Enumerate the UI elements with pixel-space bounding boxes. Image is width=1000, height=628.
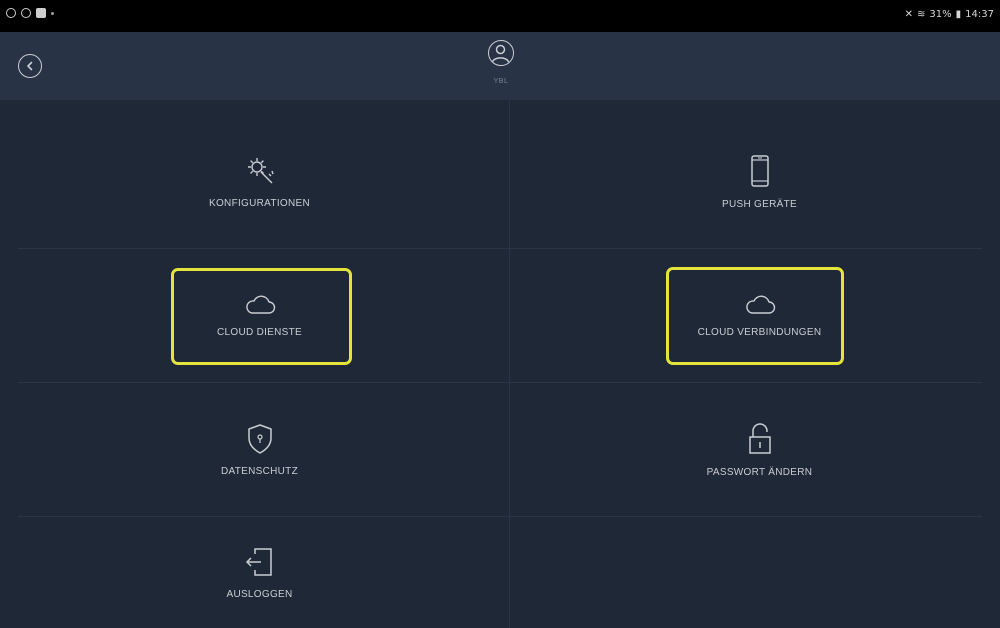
status-left-icons	[6, 8, 54, 18]
unlock-icon	[748, 423, 771, 454]
username: YBL	[493, 78, 509, 85]
back-circle-icon	[27, 61, 33, 71]
menu-label: DATENSCHUTZ	[220, 466, 298, 477]
cloud-icon	[745, 295, 775, 314]
menu-item-ausloggen[interactable]: AUSLOGGEN	[10, 517, 509, 628]
menu-label: PASSWORT ÄNDERN	[706, 467, 813, 478]
image-icon	[36, 8, 46, 18]
logout-icon	[245, 548, 272, 576]
shield-icon	[247, 424, 272, 454]
status-bar: ✕ ≋ 31% ▮ 14:37	[0, 0, 1000, 32]
menu-item-passwort-aendern[interactable]: PASSWORT ÄNDERN	[510, 383, 1000, 516]
status-right: ✕ ≋ 31% ▮ 14:37	[905, 9, 994, 20]
battery-percent: 31%	[929, 9, 952, 20]
menu-label: PUSH GERÄTE	[722, 199, 797, 210]
mute-icon: ✕	[904, 9, 914, 20]
menu-item-konfigurationen[interactable]: KONFIGURATIONEN	[10, 115, 509, 248]
menu-item-datenschutz[interactable]: DATENSCHUTZ	[10, 383, 509, 516]
settings-wand-icon	[247, 158, 274, 184]
menu-item-cloud-verbindungen[interactable]: CLOUD VERBINDUNGEN	[510, 249, 1000, 382]
menu-label: CLOUD VERBINDUNGEN	[697, 327, 822, 338]
menu-label: CLOUD DIENSTE	[216, 327, 303, 338]
app-header: YBL	[0, 32, 1000, 100]
user-circle-icon	[491, 44, 510, 63]
battery-icon: ▮	[955, 9, 962, 20]
cloud-icon	[245, 295, 275, 314]
menu-item-push-geraete[interactable]: PUSH GERÄTE	[510, 115, 1000, 248]
smartphone-icon	[750, 155, 769, 187]
wifi-icon: ≋	[917, 9, 926, 20]
messenger-icon	[6, 8, 16, 18]
avatar[interactable]	[488, 40, 514, 66]
settings-icon	[21, 8, 31, 18]
back-button[interactable]	[18, 54, 42, 78]
menu-label: KONFIGURATIONEN	[209, 198, 310, 209]
dot-icon	[51, 11, 54, 15]
clock: 14:37	[965, 9, 994, 20]
menu-item-cloud-dienste[interactable]: CLOUD DIENSTE	[10, 249, 509, 382]
menu-label: AUSLOGGEN	[226, 589, 293, 600]
